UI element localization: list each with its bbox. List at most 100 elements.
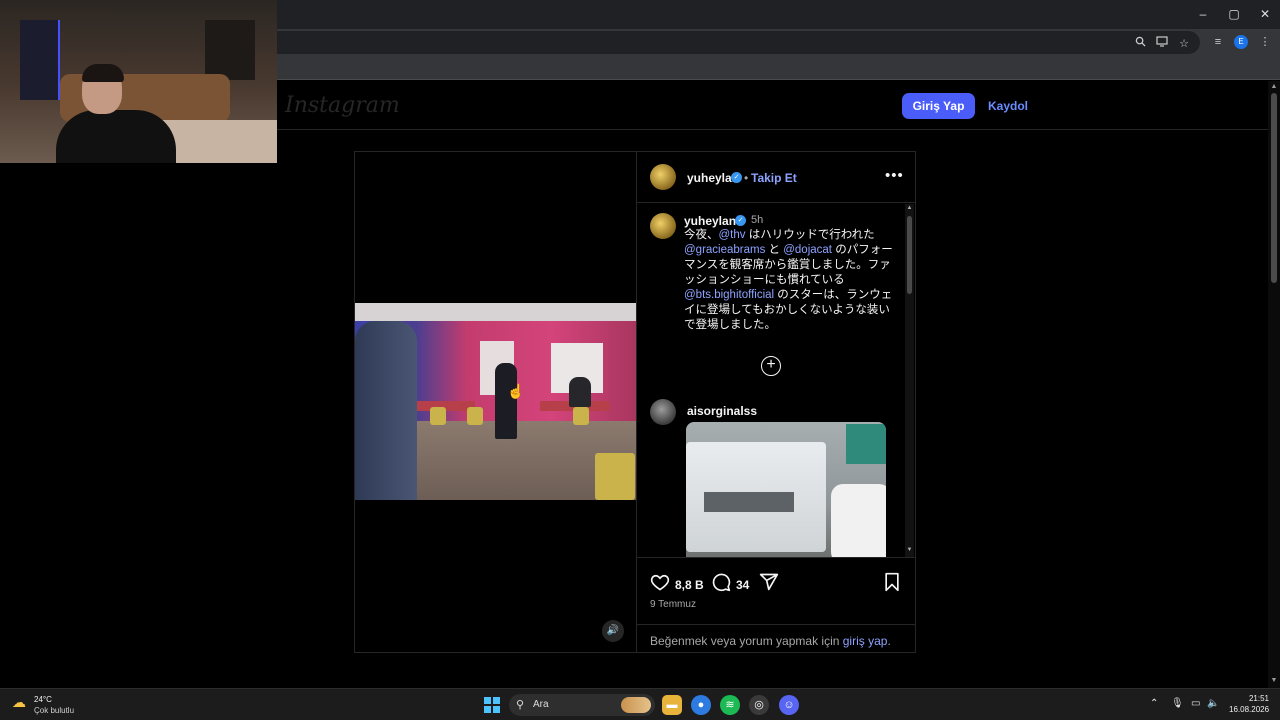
volume-icon[interactable]: 🔈 (1207, 698, 1219, 709)
login-prompt-suffix: . (887, 634, 891, 648)
reading-list-icon[interactable]: ≡ (1210, 34, 1226, 50)
webcam-shelf (205, 20, 255, 80)
verified-icon: ✓ (731, 172, 742, 183)
video-person (495, 363, 517, 439)
close-button[interactable]: ✕ (1250, 4, 1280, 24)
comment-count: 34 (736, 578, 750, 592)
start-button[interactable] (484, 697, 500, 713)
search-highlight-image (621, 697, 651, 713)
cast-icon[interactable] (1154, 36, 1170, 52)
caption-text: 今夜、@thv はハリウッドで行われた @gracieabrams と @doja… (684, 228, 896, 333)
chrome-icon[interactable]: ● (691, 695, 711, 715)
post-dialog: ☝ 🔊 yuheylan ✓ • Takip Et ••• yuheylan ✓… (354, 151, 916, 653)
video-chair (467, 407, 483, 425)
weather-condition[interactable]: Çok bulutlu (34, 706, 74, 715)
more-options-button[interactable]: ••• (885, 167, 904, 184)
webcam-overlay (0, 0, 277, 163)
video-chair (430, 407, 446, 425)
video-person (355, 321, 417, 500)
share-icon[interactable] (759, 572, 781, 594)
post-actions: 8,8 B 34 9 Temmuz Beğenmek veya yorum ya… (637, 557, 916, 652)
comment-icon[interactable] (711, 572, 733, 594)
mention-link[interactable]: @gracieabrams (684, 244, 765, 256)
scroll-down-icon[interactable]: ▼ (905, 547, 914, 553)
mention-link[interactable]: @bts.bighitofficial (684, 289, 774, 301)
scroll-down-icon[interactable]: ▼ (1270, 677, 1278, 684)
post-date: 9 Temmuz (650, 599, 696, 610)
start-logo-tile (493, 706, 500, 713)
network-icon[interactable]: ▭ (1191, 698, 1200, 709)
start-logo-tile (484, 706, 491, 713)
comment-image-car (831, 484, 886, 557)
comment-image-grille (704, 492, 794, 512)
login-prompt: Beğenmek veya yorum yapmak için giriş ya… (637, 624, 916, 653)
zoom-icon[interactable] (1132, 36, 1148, 52)
microphone-icon[interactable]: 🎙 (1171, 698, 1184, 709)
maximize-button[interactable]: ▢ (1219, 4, 1249, 24)
weather-temperature[interactable]: 24°C (34, 695, 52, 704)
caption-time: 5h (751, 214, 764, 226)
scroll-up-icon[interactable]: ▲ (905, 205, 914, 211)
clock-date: 16.08.2026 (1229, 705, 1270, 714)
start-logo-tile (484, 697, 491, 704)
heart-icon[interactable] (650, 572, 672, 594)
minimize-button[interactable]: – (1188, 4, 1218, 24)
caption-avatar[interactable] (650, 213, 676, 239)
signup-link[interactable]: Kaydol (988, 99, 1028, 113)
post-media[interactable]: ☝ 🔊 (355, 152, 636, 652)
menu-icon[interactable]: ⋮ (1257, 34, 1273, 50)
bookmark-icon[interactable] (883, 572, 905, 594)
mention-link[interactable]: @dojacat (783, 244, 832, 256)
comment-image[interactable] (686, 422, 886, 557)
video-frame[interactable]: ☝ (355, 303, 636, 500)
login-link[interactable]: giriş yap (843, 634, 888, 648)
verified-icon: ✓ (735, 215, 746, 226)
windows-taskbar: ☁ 24°C Çok bulutlu ⚲ Ara ▬ ● ≋ ◎ ☺ ⌃ 🎙 ▭… (0, 688, 1280, 720)
author-avatar[interactable] (650, 164, 676, 190)
video-person (569, 377, 591, 407)
like-count: 8,8 B (675, 578, 704, 592)
comment-avatar[interactable] (650, 399, 676, 425)
scroll-up-icon[interactable]: ▲ (1270, 83, 1278, 90)
start-logo-tile (493, 697, 500, 704)
instagram-page: Instagram Giriş Yap Kaydol ☝ 🔊 yuheylan … (0, 81, 1280, 688)
clock-time: 21:51 (1248, 694, 1269, 703)
video-ceiling (355, 303, 636, 321)
comment-username[interactable]: aisorginalss (687, 404, 757, 418)
video-chair (595, 453, 635, 500)
discord-icon[interactable]: ☺ (779, 695, 799, 715)
star-icon[interactable]: ☆ (1176, 36, 1192, 52)
search-icon: ⚲ (516, 699, 525, 711)
hand-cursor-icon: ☝ (507, 383, 525, 399)
taskbar-search[interactable]: ⚲ Ara (509, 694, 655, 716)
load-more-comments-button[interactable]: + (761, 356, 781, 376)
steam-icon[interactable]: ◎ (749, 695, 769, 715)
login-button[interactable]: Giriş Yap (902, 93, 975, 119)
file-explorer-icon[interactable]: ▬ (662, 695, 682, 715)
weather-icon[interactable]: ☁ (12, 694, 32, 714)
webcam-person-body (56, 110, 176, 163)
scrollbar-thumb[interactable] (907, 216, 912, 294)
login-prompt-text: Beğenmek veya yorum yapmak için (650, 634, 843, 648)
search-placeholder: Ara (533, 699, 549, 710)
mention-link[interactable]: @thv (719, 229, 746, 241)
page-scrollbar[interactable]: ▲ ▼ (1268, 81, 1280, 688)
follow-button[interactable]: Takip Et (751, 171, 797, 185)
system-clock[interactable]: 21:51 16.08.2026 (1229, 693, 1269, 715)
comments-section: yuheylan ✓ 5h 今夜、@thv はハリウッドで行われた @gracie… (637, 204, 916, 557)
instagram-logo[interactable]: Instagram (285, 93, 400, 118)
post-header: yuheylan ✓ • Takip Et ••• (637, 152, 916, 203)
sound-icon[interactable]: 🔊 (602, 620, 624, 642)
address-bar[interactable]: ☆ (277, 31, 1200, 54)
tray-chevron-icon[interactable]: ⌃ (1150, 698, 1158, 709)
comments-scrollbar[interactable]: ▲ ▼ (905, 204, 914, 557)
comment-image-sign (846, 424, 886, 464)
webcam-person-hair (82, 64, 124, 82)
post-sidebar: yuheylan ✓ • Takip Et ••• yuheylan ✓ 5h … (636, 152, 916, 652)
caption-text-part: はハリウッドで行われた (745, 229, 875, 241)
caption-text-part: と (765, 244, 784, 256)
caption-username[interactable]: yuheylan (684, 214, 736, 228)
profile-avatar[interactable]: E (1234, 35, 1248, 49)
scrollbar-thumb[interactable] (1271, 93, 1277, 283)
spotify-icon[interactable]: ≋ (720, 695, 740, 715)
